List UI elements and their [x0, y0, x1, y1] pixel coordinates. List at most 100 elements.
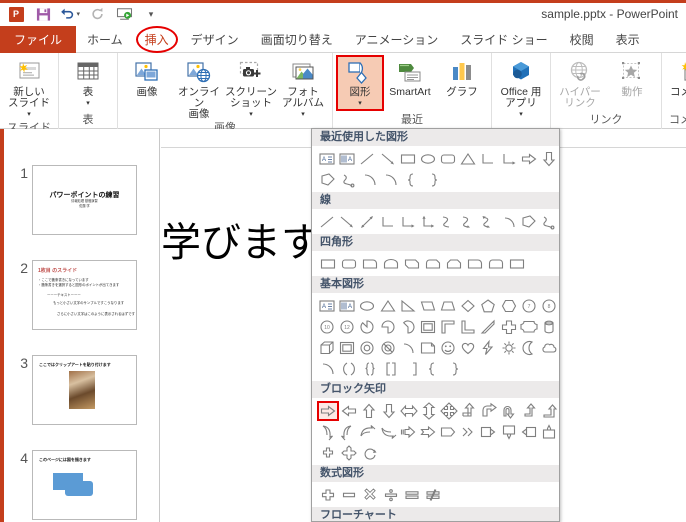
shape-right-callout-icon[interactable] [478, 422, 498, 442]
shape-up-down-arrow-icon[interactable] [419, 401, 439, 421]
shape-octagon-icon[interactable]: 8 [539, 296, 559, 316]
shape-rect-icon[interactable] [398, 149, 418, 169]
shape-round-rect-icon[interactable] [338, 254, 359, 274]
save-icon[interactable] [33, 4, 53, 24]
shape-heptagon-icon[interactable]: 7 [519, 296, 539, 316]
slide-preview[interactable]: パワーポイントの練習 情報処理 基礎演習 佐藤 学 [32, 165, 137, 235]
shape-cylinder-icon[interactable] [539, 317, 559, 337]
shape-down-arrow-icon[interactable] [539, 149, 559, 169]
shape-brace-right-icon[interactable] [443, 359, 464, 379]
shape-scribble-icon[interactable] [539, 212, 559, 232]
shape-arc-icon[interactable] [398, 338, 418, 358]
shape-circular-arrow-icon[interactable] [359, 443, 380, 463]
chevron-down-icon[interactable]: ▾ [8, 109, 50, 120]
shape-minus-icon[interactable] [338, 485, 359, 505]
shape-elbow-double-arrow-icon[interactable] [418, 212, 438, 232]
chevron-down-icon[interactable]: ▾ [83, 98, 94, 109]
block-arrows-section[interactable] [312, 398, 559, 465]
shape-snip-diag-icon[interactable] [401, 254, 422, 274]
shape-l-shape-icon[interactable] [458, 317, 478, 337]
slide-thumbnail-4[interactable]: 4 このページには図を描きます [14, 450, 137, 520]
shape-round-top-icon[interactable] [380, 254, 401, 274]
tab-5[interactable]: アニメーション [344, 26, 450, 53]
shape-divide-icon[interactable] [380, 485, 401, 505]
shape-chord-icon[interactable] [398, 317, 418, 337]
chevron-down-icon[interactable]: ▾ [225, 109, 277, 120]
slide-preview[interactable]: 1枚目 のスライド ・ここで箇条書きになっています ・箇条書きを選択すると図形の… [32, 260, 137, 330]
shape-line-arrow-icon[interactable] [378, 149, 398, 169]
shape-textbox-icon[interactable]: A [317, 149, 337, 169]
shape-diagonal-stripe-icon[interactable] [478, 317, 498, 337]
shape-curve-arc-icon[interactable] [359, 170, 380, 190]
shape-curve-arrow-icon[interactable] [458, 212, 478, 232]
shape-chevron-icon[interactable] [458, 422, 478, 442]
shape-curved-down-icon[interactable] [378, 422, 398, 442]
shape-quad-callout-icon[interactable] [338, 443, 359, 463]
action-button[interactable]: 動作 [606, 55, 658, 98]
shape-oval-icon[interactable] [418, 149, 438, 169]
shape-round-rect-icon[interactable] [438, 149, 458, 169]
chevron-down-icon[interactable]: ▾ [501, 109, 542, 120]
shape-curve-double-arrow-icon[interactable] [478, 212, 498, 232]
shape-freeform-icon[interactable] [317, 170, 338, 190]
shape-curved-left-icon[interactable] [337, 422, 357, 442]
table-button[interactable]: 表 ▾ [62, 55, 114, 109]
rectangles-section[interactable] [312, 251, 559, 276]
shape-brace-curly-icon[interactable] [359, 359, 380, 379]
pictures-button[interactable]: 画像 [121, 55, 173, 98]
shape-arc2-icon[interactable] [380, 170, 401, 190]
slide-thumbnail-2[interactable]: 2 1枚目 のスライド ・ここで箇条書きになっています ・箇条書きを選択すると図… [14, 260, 137, 330]
shape-snip-round-icon[interactable] [422, 254, 443, 274]
shape-round-single-icon[interactable] [464, 254, 485, 274]
shape-trapezoid-icon[interactable] [438, 296, 458, 316]
shape-bent-arrow-icon[interactable] [479, 401, 499, 421]
smartart-button[interactable]: SmartArt [384, 55, 436, 98]
shape-line-arrow-icon[interactable] [337, 212, 357, 232]
shape-bevel-icon[interactable] [337, 338, 357, 358]
shape-round-same-icon[interactable] [485, 254, 506, 274]
shape-scribble-icon[interactable] [338, 170, 359, 190]
shape-dodecagon-icon[interactable]: 12 [337, 317, 357, 337]
shape-bracket-square-r-icon[interactable] [401, 359, 422, 379]
shape-multiply-icon[interactable] [359, 485, 380, 505]
shape-elbow-arrow-icon[interactable] [499, 149, 519, 169]
shape-elbow-icon[interactable] [478, 149, 498, 169]
shape-arc-icon[interactable] [499, 212, 519, 232]
equation-shapes-section[interactable] [312, 482, 559, 507]
shape-folded-corner-icon[interactable] [418, 338, 438, 358]
shape-line-icon[interactable] [317, 212, 337, 232]
tab-7[interactable]: 校閲 [559, 26, 605, 53]
shape-vtextbox-icon[interactable]: A [337, 149, 357, 169]
tab-8[interactable]: 表示 [605, 26, 651, 53]
shape-frame-icon[interactable] [418, 317, 438, 337]
shape-donut-icon[interactable] [357, 338, 377, 358]
shape-diamond-icon[interactable] [458, 296, 478, 316]
shape-cross-arrow-icon[interactable] [317, 443, 338, 463]
shape-curved-right-icon[interactable] [317, 422, 337, 442]
shapes-gallery-dropdown[interactable]: 最近使用した図形 A A 線四角形 基本図形 A A 7 8 10 12 ブロック矢印 数式図形 フローチ… [311, 128, 560, 522]
shape-heart-icon[interactable] [458, 338, 478, 358]
shape-quad-arrow-icon[interactable] [439, 401, 459, 421]
shape-line-icon[interactable] [357, 149, 377, 169]
shape-snip-single-icon[interactable] [359, 254, 380, 274]
new-slide-button[interactable]: 新しい スライド ▾ [3, 55, 55, 120]
shape-left-up-arrow-icon[interactable] [519, 401, 539, 421]
shape-bent-up-arrow-icon[interactable] [459, 401, 479, 421]
shape-notched-right-icon[interactable] [418, 422, 438, 442]
shape-snip-same-icon[interactable] [443, 254, 464, 274]
shape-lightning-icon[interactable] [478, 338, 498, 358]
shape-up-callout-icon[interactable] [539, 422, 559, 442]
shape-cube-icon[interactable] [317, 338, 337, 358]
shape-up-arrow-icon[interactable] [359, 401, 379, 421]
slide-text-content[interactable]: 学びます [161, 210, 321, 268]
shape-right-triangle-icon[interactable] [398, 296, 418, 316]
shape-triangle-icon[interactable] [458, 149, 478, 169]
shape-not-equal-icon[interactable] [422, 485, 443, 505]
photo-album-button[interactable]: フォト アルバム ▾ [277, 55, 329, 120]
shape-pie-icon[interactable] [357, 317, 377, 337]
shape-down-arrow-icon[interactable] [379, 401, 399, 421]
office-apps-button[interactable]: Office 用アプリ ▾ [495, 55, 547, 120]
tab-2[interactable]: 挿入 [134, 26, 180, 53]
screenshot-button[interactable]: スクリーン ショット ▾ [225, 55, 277, 120]
tab-4[interactable]: 画面切り替え [250, 26, 344, 53]
